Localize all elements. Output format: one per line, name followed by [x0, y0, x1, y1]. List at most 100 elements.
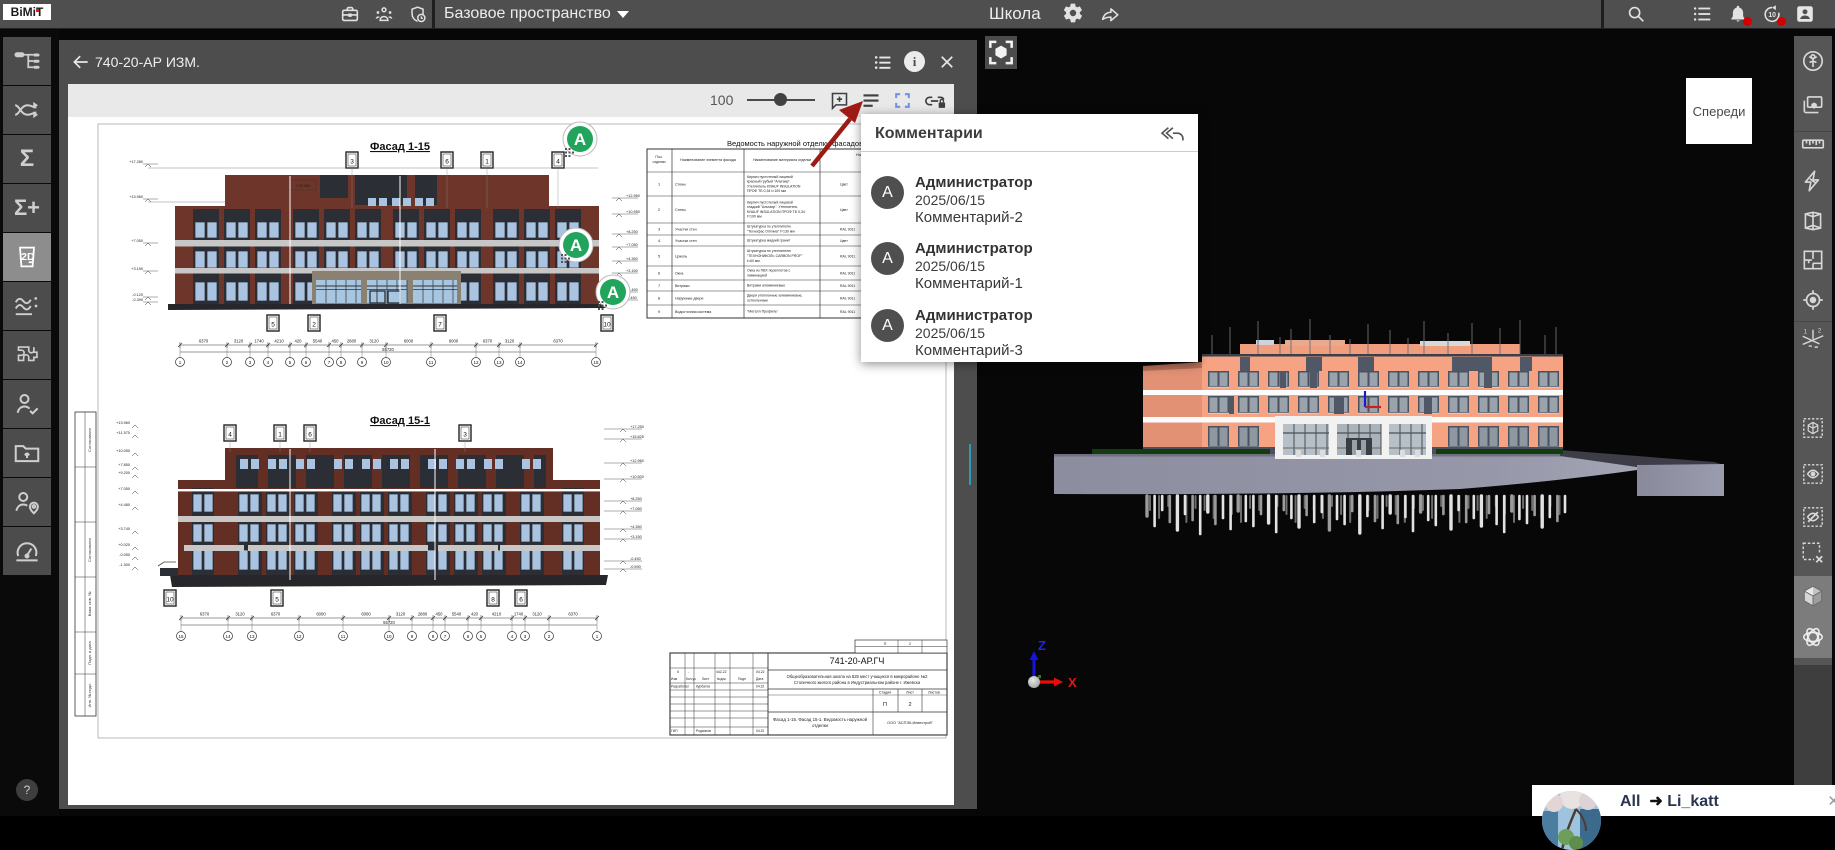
- svg-text:Двери утепленные алюминиевые,: Двери утепленные алюминиевые,: [747, 294, 803, 298]
- svg-text:10: 10: [383, 360, 389, 365]
- svg-text:1: 1: [278, 432, 282, 439]
- svg-text:RAL 9011: RAL 9011: [840, 228, 855, 232]
- svg-text:Взам. инв. №: Взам. инв. №: [87, 592, 92, 617]
- svg-text:Цоколь: Цоколь: [675, 255, 687, 259]
- svg-text:Подп. и дата: Подп. и дата: [87, 640, 92, 664]
- svg-text:04.22: 04.22: [756, 685, 764, 689]
- svg-text:t=60 мм: t=60 мм: [747, 259, 760, 263]
- svg-text:2D: 2D: [21, 251, 35, 263]
- svg-text:X: X: [1068, 675, 1077, 690]
- svg-text:-: -: [688, 670, 689, 674]
- svg-text:6370: 6370: [568, 612, 578, 617]
- svg-text:остекленные: остекленные: [747, 298, 768, 302]
- svg-text:Кирпич пустотелый лицевой: Кирпич пустотелый лицевой: [747, 175, 793, 179]
- svg-text:+15.380: +15.380: [296, 183, 311, 188]
- svg-text:+17.280: +17.280: [129, 160, 143, 164]
- svg-text:Наименование элемента фасада: Наименование элемента фасада: [680, 158, 736, 162]
- svg-text:2880: 2880: [418, 612, 428, 617]
- svg-text:"Технофас Оптима" t=130 мм: "Технофас Оптима" t=130 мм: [747, 229, 795, 233]
- svg-text:Водосточная система: Водосточная система: [675, 310, 711, 314]
- svg-text:Дата: Дата: [756, 677, 763, 681]
- svg-text:+0.020: +0.020: [118, 543, 130, 547]
- svg-text:10: 10: [603, 322, 611, 329]
- svg-text:Лист: Лист: [702, 677, 710, 681]
- svg-text:Кол.уч: Кол.уч: [686, 677, 696, 681]
- svg-text:Фасад 1-15: Фасад 1-15: [370, 141, 430, 153]
- svg-text:Стены: Стены: [675, 183, 686, 187]
- svg-text:Витражи: Витражи: [675, 284, 689, 288]
- svg-text:Листов: Листов: [928, 691, 940, 695]
- svg-text:Согласовано: Согласовано: [87, 427, 92, 452]
- svg-text:741-20-АР.ГЧ: 741-20-АР.ГЧ: [830, 656, 885, 666]
- svg-text:А: А: [570, 236, 582, 255]
- svg-text:Z: Z: [1038, 638, 1046, 653]
- svg-text:П: П: [884, 642, 887, 646]
- svg-text:Цвет: Цвет: [840, 208, 848, 212]
- svg-text:ООО "АСПЭК-Инвестрой": ООО "АСПЭК-Инвестрой": [887, 721, 933, 725]
- svg-text:3120: 3120: [505, 339, 515, 344]
- svg-text:3120: 3120: [396, 612, 406, 617]
- svg-text:8: 8: [658, 297, 660, 301]
- svg-text:Штукатурка по утеплителю: Штукатурка по утеплителю: [747, 249, 791, 253]
- svg-text:Поз.: Поз.: [655, 155, 662, 159]
- svg-text:5: 5: [658, 255, 660, 259]
- svg-text:П: П: [883, 702, 887, 708]
- svg-text:гладкий "Альтаир". Утеплитель: гладкий "Альтаир". Утеплитель: [747, 205, 797, 209]
- svg-text:Разработал: Разработал: [671, 685, 689, 689]
- svg-text:3: 3: [658, 228, 660, 232]
- svg-text:+12.960: +12.960: [630, 459, 644, 463]
- svg-text:Подп: Подп: [738, 677, 746, 681]
- svg-text:Окна: Окна: [675, 272, 683, 276]
- svg-text:2: 2: [312, 322, 316, 329]
- svg-text:10: 10: [166, 597, 174, 604]
- svg-text:+13.960: +13.960: [116, 421, 130, 425]
- svg-text:11: 11: [341, 634, 346, 639]
- svg-text:Согласовано: Согласовано: [87, 537, 92, 562]
- svg-text:ламинацией: ламинацией: [747, 273, 767, 277]
- svg-text:4: 4: [658, 239, 660, 243]
- svg-text:Столичного жилого района в Инд: Столичного жилого района в Индустриально…: [794, 680, 921, 685]
- svg-text:3120: 3120: [369, 339, 379, 344]
- svg-text:11: 11: [429, 360, 434, 365]
- svg-text:1740: 1740: [254, 339, 264, 344]
- svg-text:420: 420: [295, 339, 303, 344]
- svg-text:-0.050: -0.050: [119, 553, 130, 557]
- svg-text:Стены: Стены: [675, 208, 686, 212]
- svg-text:-0.450: -0.450: [630, 557, 641, 561]
- svg-text:красный грубый "Альтаир".: красный грубый "Альтаир".: [747, 180, 791, 184]
- svg-text:+12.960: +12.960: [626, 194, 640, 198]
- svg-text:+3.740: +3.740: [118, 527, 130, 531]
- svg-text:Участки стен: Участки стен: [675, 239, 697, 243]
- svg-text:ПРОФ ТБ 0,34 t=100 мм: ПРОФ ТБ 0,34 t=100 мм: [747, 189, 787, 193]
- svg-text:Родионов: Родионов: [696, 729, 711, 733]
- svg-text:450: 450: [332, 339, 340, 344]
- svg-text:55720: 55720: [382, 347, 394, 352]
- svg-text:+4.350: +4.350: [630, 525, 642, 529]
- svg-text:04.22: 04.22: [756, 670, 765, 674]
- svg-text:Кирпич пустотелый лицевой: Кирпич пустотелый лицевой: [747, 200, 793, 204]
- svg-text:+4.350: +4.350: [626, 257, 638, 261]
- svg-text:отделки: отделки: [812, 723, 829, 728]
- svg-text:1: 1: [658, 183, 660, 187]
- svg-text:отделки: отделки: [652, 160, 665, 164]
- svg-text:"Металл Профиль": "Металл Профиль": [747, 310, 779, 314]
- svg-text:6: 6: [445, 159, 449, 166]
- svg-text:450: 450: [436, 612, 444, 617]
- svg-text:55720: 55720: [383, 620, 395, 625]
- svg-text:5: 5: [275, 597, 279, 604]
- svg-text:Штукатурка по утеплителю: Штукатурка по утеплителю: [747, 225, 791, 229]
- svg-text:А: А: [574, 130, 586, 149]
- svg-text:Штукатурка жидкий гранит: Штукатурка жидкий гранит: [747, 239, 791, 243]
- svg-text:+7.050: +7.050: [131, 239, 143, 243]
- svg-text:3120: 3120: [234, 339, 244, 344]
- svg-text:3120: 3120: [235, 612, 245, 617]
- svg-text:6000: 6000: [316, 612, 326, 617]
- svg-text:1: 1: [485, 159, 489, 166]
- svg-text:6: 6: [308, 432, 312, 439]
- svg-text:12: 12: [296, 634, 302, 639]
- svg-text:6370: 6370: [553, 339, 563, 344]
- svg-text:-0.390: -0.390: [132, 298, 143, 302]
- svg-text:Утеплитель KNAUF INSULATION: Утеплитель KNAUF INSULATION: [747, 184, 801, 188]
- svg-text:Фасад 1-15. Фасад 15-1. Ведомо: Фасад 1-15. Фасад 15-1. Ведомость наружн…: [773, 717, 868, 722]
- svg-text:9: 9: [658, 310, 660, 314]
